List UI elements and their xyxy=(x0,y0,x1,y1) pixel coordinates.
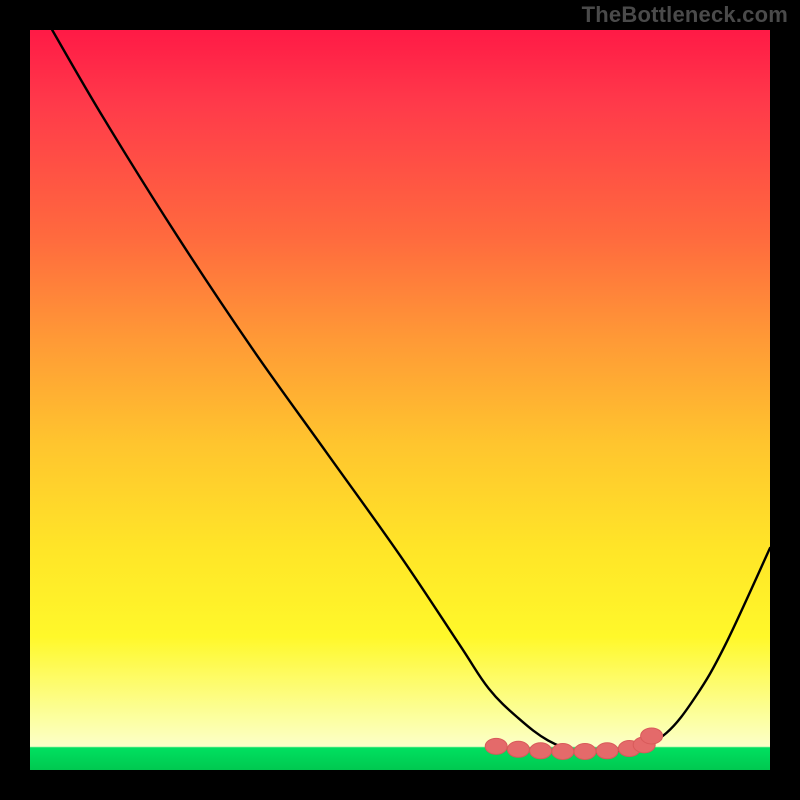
chart-frame: TheBottleneck.com xyxy=(0,0,800,800)
marker-dot xyxy=(596,743,618,759)
plot-area xyxy=(30,30,770,770)
curve-layer xyxy=(30,30,770,770)
marker-dot xyxy=(641,728,663,744)
marker-dot xyxy=(485,738,507,754)
marker-dot xyxy=(552,744,574,760)
watermark-text: TheBottleneck.com xyxy=(582,2,788,28)
marker-dot xyxy=(530,743,552,759)
flat-region-markers xyxy=(485,728,662,760)
bottleneck-curve xyxy=(52,30,770,753)
marker-dot xyxy=(507,741,529,757)
marker-dot xyxy=(574,744,596,760)
